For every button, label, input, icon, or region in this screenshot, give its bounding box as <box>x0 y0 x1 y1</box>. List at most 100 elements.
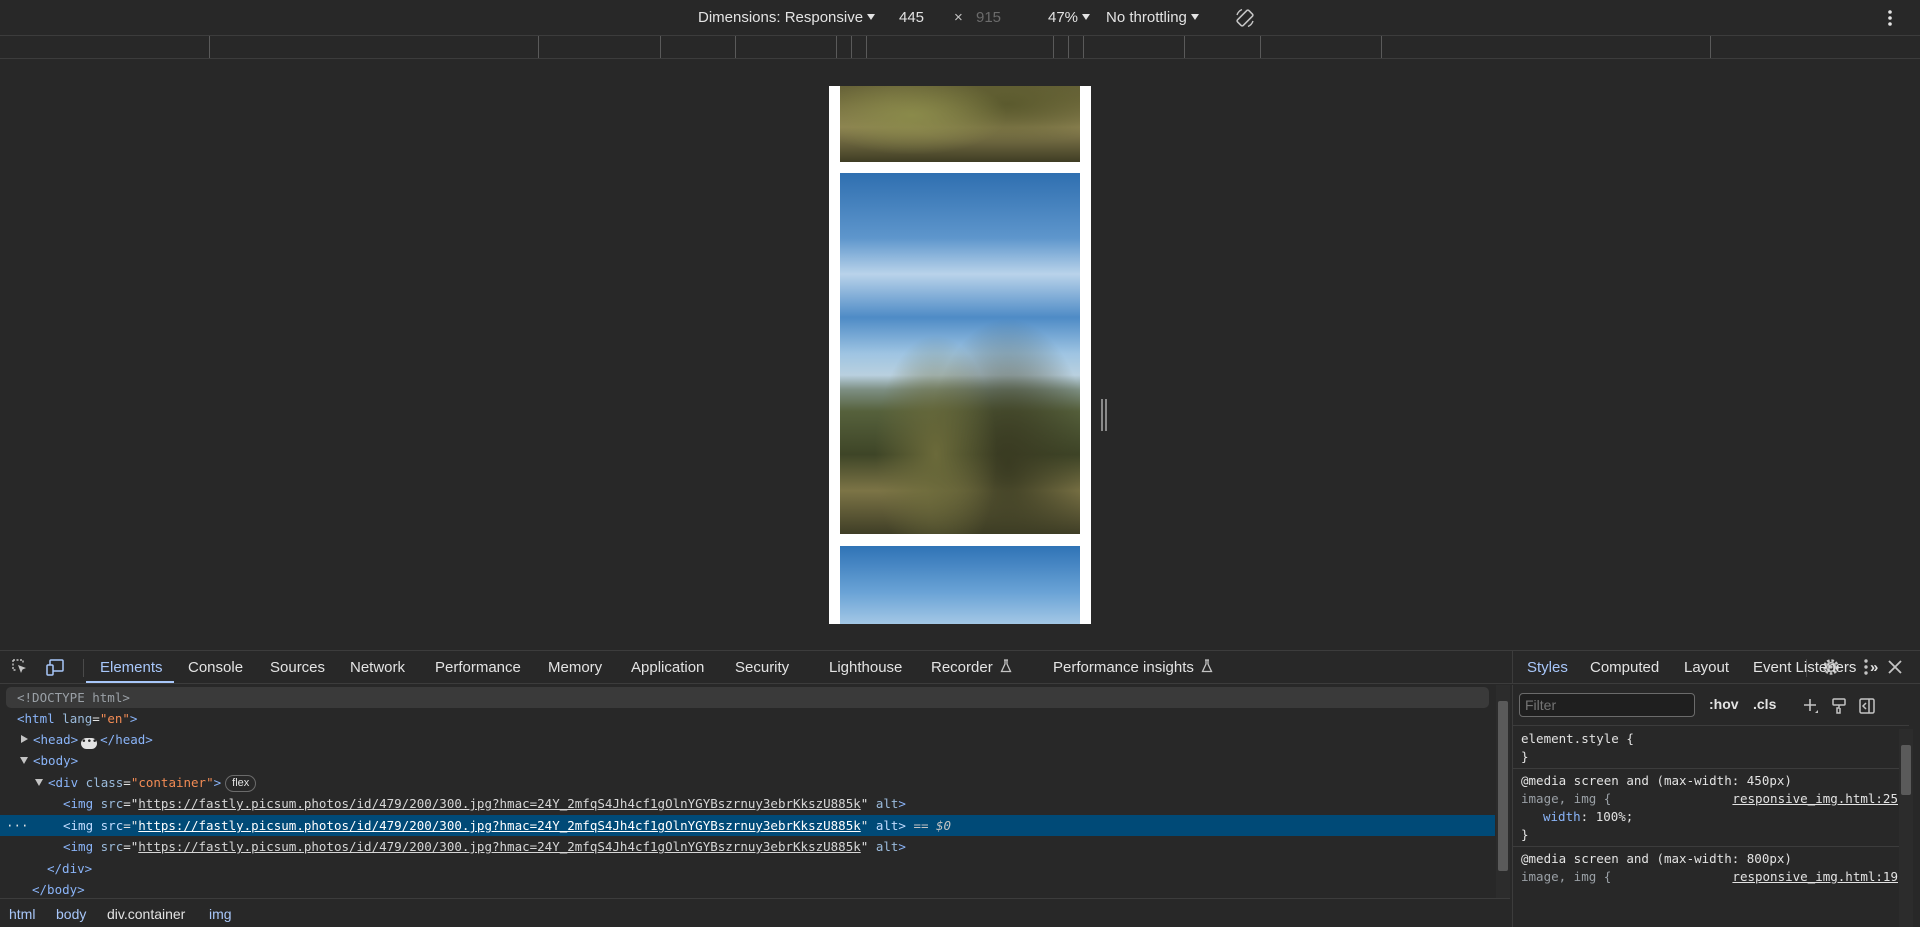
tab-network[interactable]: Network <box>350 659 405 676</box>
expand-arrow-icon[interactable] <box>21 735 28 743</box>
dom-node-div-container[interactable]: <div class="container"> flex <box>0 772 1495 793</box>
css-value: : 100%; <box>1580 809 1634 824</box>
attr-name: src <box>100 796 124 811</box>
img-tag: <img <box>63 818 94 833</box>
css-declaration[interactable]: width: 100%; <box>1521 808 1901 826</box>
landscape-image[interactable] <box>840 86 1080 162</box>
css-property: width <box>1543 809 1581 824</box>
ruler-tick <box>1710 36 1711 58</box>
more-tabs-chevron-icon[interactable]: » <box>1870 659 1878 676</box>
dom-node-body-close[interactable]: </body> <box>0 879 1495 898</box>
collapse-arrow-icon[interactable] <box>20 757 28 764</box>
tab-performance-insights[interactable]: Performance insights <box>1053 659 1213 676</box>
media-query-800: @media screen and (max-width: 800px) <box>1521 851 1792 866</box>
tab-console[interactable]: Console <box>188 659 243 676</box>
breadcrumb-body[interactable]: body <box>56 906 86 922</box>
dom-node-body[interactable]: <body> <box>0 750 1495 771</box>
dom-node-doctype[interactable]: <!DOCTYPE html> <box>6 687 1489 708</box>
element-style-selector[interactable]: element.style { <box>1521 730 1901 748</box>
more-actions-icon[interactable]: ··· <box>6 815 29 836</box>
tab-event-listeners[interactable]: Event Listeners <box>1753 659 1856 676</box>
img-tag: <img <box>63 796 94 811</box>
cls-toggle[interactable]: .cls <box>1753 696 1776 712</box>
section-divider <box>1513 725 1909 726</box>
img-src-link[interactable]: https://fastly.picsum.photos/id/479/200/… <box>138 839 860 854</box>
tab-sources[interactable]: Sources <box>270 659 325 676</box>
inspect-element-icon[interactable] <box>10 657 30 677</box>
chevron-down-icon <box>1082 14 1091 20</box>
head-tag: <head> <box>33 732 79 747</box>
tab-lighthouse[interactable]: Lighthouse <box>829 659 902 676</box>
rotate-icon[interactable] <box>1234 7 1256 29</box>
ruler-tick <box>209 36 210 58</box>
dom-node-head[interactable]: <head> ••• </head> <box>0 729 1495 750</box>
breadcrumb-div-container[interactable]: div.container <box>107 906 185 922</box>
ruler-tick <box>1381 36 1382 58</box>
img-src-link[interactable]: https://fastly.picsum.photos/id/479/200/… <box>138 818 860 833</box>
landscape-image[interactable] <box>840 546 1080 624</box>
add-rule-icon[interactable] <box>1802 697 1820 715</box>
styles-sidebar: :hov .cls element.style { } @media scree… <box>1512 685 1920 927</box>
styles-scrollbar[interactable] <box>1899 729 1913 927</box>
device-toggle-icon[interactable] <box>45 657 65 677</box>
dom-node-img-selected[interactable]: ··· <img src="https://fastly.picsum.phot… <box>0 815 1495 836</box>
rule-source-link[interactable]: responsive_img.html:19 <box>1732 868 1898 886</box>
dom-node-div-close[interactable]: </div> <box>0 858 1495 879</box>
hov-toggle[interactable]: :hov <box>1709 696 1739 712</box>
media-query-ruler[interactable] <box>0 36 1920 59</box>
attr-name: src <box>100 818 124 833</box>
elements-tree[interactable]: <!DOCTYPE html> <html lang="en"> <head> •… <box>0 685 1510 898</box>
dimension-separator: × <box>954 9 963 26</box>
tab-layout[interactable]: Layout <box>1684 659 1729 676</box>
throttling-label: No throttling <box>1106 9 1187 26</box>
scrollbar-thumb[interactable] <box>1498 701 1508 871</box>
selector-text: image, img { <box>1521 869 1612 884</box>
zoom-dropdown[interactable]: 47% <box>1048 9 1091 26</box>
dom-node-img[interactable]: <img src="https://fastly.picsum.photos/i… <box>0 836 1495 857</box>
attr-name: alt <box>875 818 899 833</box>
tag-bracket: > <box>129 711 138 726</box>
dom-node-img[interactable]: <img src="https://fastly.picsum.photos/i… <box>0 793 1495 814</box>
height-input[interactable]: 915 <box>976 9 1001 26</box>
landscape-image[interactable] <box>840 173 1080 534</box>
tab-application[interactable]: Application <box>631 659 704 676</box>
flex-badge[interactable]: flex <box>225 775 257 792</box>
tab-recorder[interactable]: Recorder <box>931 659 1012 676</box>
tab-performance[interactable]: Performance <box>435 659 521 676</box>
img-src-link[interactable]: https://fastly.picsum.photos/id/479/200/… <box>138 796 860 811</box>
attr-name: alt <box>875 796 899 811</box>
tab-computed[interactable]: Computed <box>1590 659 1659 676</box>
tab-memory[interactable]: Memory <box>548 659 602 676</box>
selected-node-ref: == $0 <box>913 818 952 833</box>
img-tag: <img <box>63 839 94 854</box>
source-link-text[interactable]: responsive_img.html:25 <box>1732 791 1898 806</box>
toggle-sidebar-icon[interactable] <box>1858 697 1876 715</box>
elements-scrollbar[interactable] <box>1496 685 1510 898</box>
chevron-down-icon <box>1190 14 1199 20</box>
more-vert-icon[interactable] <box>1886 8 1894 28</box>
device-frame[interactable] <box>829 86 1091 624</box>
source-link-text[interactable]: responsive_img.html:19 <box>1732 869 1898 884</box>
devtools-panel: Elements Console Sources Network Perform… <box>0 650 1920 927</box>
rule-source-link[interactable]: responsive_img.html:25 <box>1732 790 1898 808</box>
styles-filter-input[interactable] <box>1519 693 1695 717</box>
resize-handle-right[interactable] <box>1101 399 1107 431</box>
paint-brush-icon[interactable] <box>1830 697 1848 715</box>
dom-node-html[interactable]: <html lang="en"> <box>0 708 1495 729</box>
body-tag: <body> <box>33 753 79 768</box>
tab-security[interactable]: Security <box>735 659 789 676</box>
breadcrumb: html body div.container img <box>0 898 1510 927</box>
experiment-flask-icon <box>1000 659 1012 673</box>
collapse-arrow-icon[interactable] <box>35 779 43 786</box>
breadcrumb-html[interactable]: html <box>9 906 35 922</box>
selector-text: image, img { <box>1521 791 1612 806</box>
tab-styles[interactable]: Styles <box>1527 659 1568 676</box>
throttling-dropdown[interactable]: No throttling <box>1106 9 1199 26</box>
tab-elements[interactable]: Elements <box>100 659 163 676</box>
scrollbar-thumb[interactable] <box>1901 745 1911 795</box>
dimensions-dropdown[interactable]: Dimensions: Responsive <box>698 9 876 26</box>
breadcrumb-img[interactable]: img <box>209 906 232 922</box>
width-input[interactable]: 445 <box>899 9 924 26</box>
ellipsis-icon[interactable]: ••• <box>81 738 97 749</box>
ruler-tick <box>735 36 736 58</box>
